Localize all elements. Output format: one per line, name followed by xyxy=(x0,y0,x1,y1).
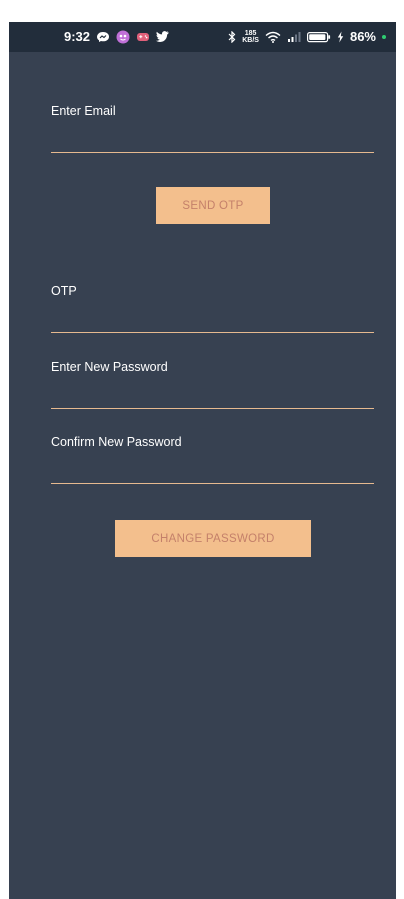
status-left: 9:32 xyxy=(64,29,169,44)
avatar-icon xyxy=(116,30,130,44)
messenger-icon xyxy=(96,31,110,43)
email-label: Enter Email xyxy=(51,104,116,118)
bluetooth-icon xyxy=(228,30,236,43)
charging-icon xyxy=(337,31,344,43)
network-speed: 185 KB/S xyxy=(242,30,259,44)
network-speed-unit: KB/S xyxy=(242,36,259,44)
network-speed-value: 185 xyxy=(244,29,257,37)
new-password-label: Enter New Password xyxy=(51,360,168,374)
status-right: 185 KB/S 86% xyxy=(228,29,386,44)
confirm-password-field[interactable] xyxy=(51,456,374,482)
send-otp-button[interactable]: SEND OTP xyxy=(156,187,270,224)
game-icon xyxy=(136,31,150,43)
phone-screen: 9:32 185 KB/S 86% Enter Email SEND OTP O… xyxy=(9,22,396,899)
confirm-password-label: Confirm New Password xyxy=(51,435,182,449)
confirm-password-underline xyxy=(51,483,374,484)
status-bar: 9:32 185 KB/S 86% xyxy=(9,22,396,52)
charging-indicator-dot xyxy=(382,34,386,39)
page-frame: 9:32 185 KB/S 86% Enter Email SEND OTP O… xyxy=(0,0,404,899)
otp-field[interactable] xyxy=(51,305,374,331)
otp-underline xyxy=(51,332,374,333)
email-underline xyxy=(51,152,374,153)
new-password-underline xyxy=(51,408,374,409)
twitter-icon xyxy=(156,31,169,42)
email-field[interactable] xyxy=(51,125,374,151)
otp-label: OTP xyxy=(51,284,77,298)
battery-percent: 86% xyxy=(349,29,376,44)
signal-icon xyxy=(287,31,301,43)
change-password-button[interactable]: CHANGE PASSWORD xyxy=(115,520,311,557)
status-time: 9:32 xyxy=(64,29,91,44)
wifi-icon xyxy=(265,31,281,43)
new-password-field[interactable] xyxy=(51,381,374,407)
battery-icon xyxy=(306,31,331,43)
